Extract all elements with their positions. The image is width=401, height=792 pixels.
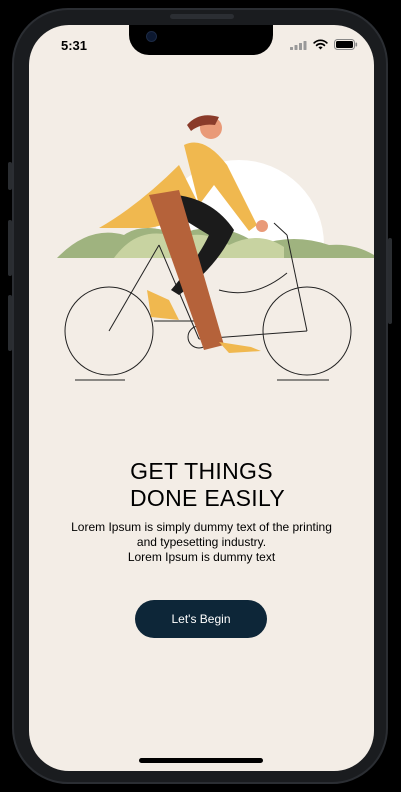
lets-begin-button[interactable]: Let's Begin xyxy=(135,600,267,638)
desc-line-1: Lorem Ipsum is simply dummy text of the … xyxy=(71,520,332,534)
title-line-2: DONE EASILY xyxy=(130,485,285,511)
onboarding-title: GET THINGS DONE EASILY xyxy=(29,458,374,512)
title-line-1: GET THINGS xyxy=(130,458,273,484)
app-screen: 5:31 GET THINGS DONE EASILY Lorem Ipsum … xyxy=(29,25,374,771)
cyclist-illustration xyxy=(29,115,374,425)
signal-icon xyxy=(290,40,307,50)
status-icons xyxy=(290,39,358,50)
desc-line-2: and typesetting industry. xyxy=(136,535,267,549)
phone-mockup: 5:31 GET THINGS DONE EASILY Lorem Ipsum … xyxy=(0,0,401,792)
wifi-icon xyxy=(313,39,328,50)
battery-icon xyxy=(334,39,358,50)
front-camera xyxy=(146,31,157,42)
home-indicator xyxy=(139,758,263,763)
power-button xyxy=(388,238,392,324)
status-time: 5:31 xyxy=(61,38,88,53)
onboarding-description: Lorem Ipsum is simply dummy text of the … xyxy=(49,520,354,565)
desc-line-3: Lorem Ipsum is dummy text xyxy=(127,550,276,564)
speaker-grille xyxy=(170,14,234,19)
